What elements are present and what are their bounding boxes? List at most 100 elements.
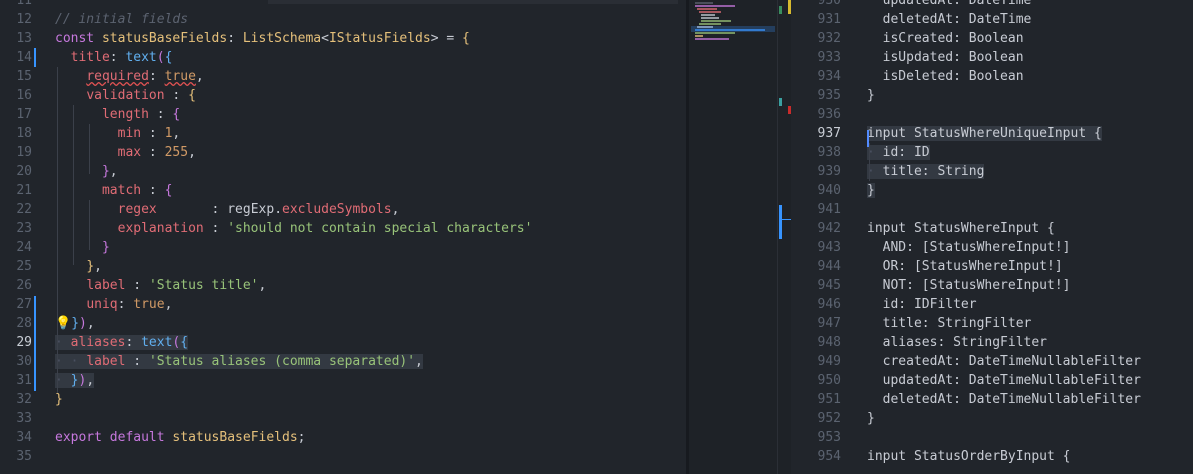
minimap-line — [697, 8, 717, 10]
right-line-935[interactable]: 935} — [791, 86, 1193, 105]
line-number: 954 — [817, 449, 841, 464]
right-line-938[interactable]: 938 · id: ID — [791, 143, 1193, 162]
code-token: : — [148, 107, 173, 122]
left-line-18[interactable]: 18 min : 1, — [0, 124, 686, 143]
code-text: aliases: StringFilter — [867, 333, 1047, 352]
code-token: . — [274, 202, 283, 217]
minimap-line — [699, 11, 721, 13]
right-line-954[interactable]: 954 input StatusOrderByInput { — [791, 447, 1193, 466]
left-editor[interactable]: 11// initial fields 12 // initial fields 13… — [0, 0, 686, 474]
right-line-948[interactable]: 948 aliases: StringFilter — [791, 333, 1193, 352]
code-token: : — [203, 221, 228, 236]
right-editor[interactable]: 930 updatedAt: DateTime 931 deletedAt: Da… — [791, 0, 1193, 474]
code-token: : — [156, 202, 228, 217]
line-number: 952 — [817, 411, 841, 426]
line-number: 953 — [817, 430, 841, 445]
right-line-933[interactable]: 933 isUpdated: Boolean — [791, 48, 1193, 67]
code-token: isUpdated: Boolean — [867, 50, 1024, 65]
code-text: isUpdated: Boolean — [867, 48, 1024, 67]
right-line-950[interactable]: 950 updatedAt: DateTimeNullableFilter — [791, 371, 1193, 390]
minimap-viewport[interactable] — [691, 26, 775, 32]
left-line-25[interactable]: 25 }, — [0, 257, 686, 276]
line-number: 946 — [817, 297, 841, 312]
left-line-14[interactable]: 14 title: text({ — [0, 48, 686, 67]
code-token: default — [109, 430, 173, 445]
left-line-20[interactable]: 20 }, — [0, 162, 686, 181]
left-line-12[interactable]: 12 // initial fields — [0, 10, 686, 29]
code-token: isDeleted: Boolean — [867, 69, 1024, 84]
left-line-32[interactable]: 32} — [0, 390, 686, 409]
line-number: 938 — [817, 145, 841, 160]
right-line-936[interactable]: 936 — [791, 105, 1193, 124]
minimap-line — [695, 2, 713, 4]
text-cursor — [867, 130, 869, 147]
right-line-932[interactable]: 932 isCreated: Boolean — [791, 29, 1193, 48]
left-line-29[interactable]: 29 · aliases: text({ — [0, 333, 686, 352]
code-text: · title: String — [867, 162, 985, 181]
code-text: }, — [55, 257, 102, 276]
left-line-17[interactable]: 17 length : { — [0, 105, 686, 124]
code-text: title: StringFilter — [867, 314, 1032, 333]
right-line-951[interactable]: 951 deletedAt: DateTimeNullableFilter — [791, 390, 1193, 409]
code-text: uniq: true, — [55, 295, 172, 314]
code-token: regex — [117, 202, 157, 217]
left-line-26[interactable]: 26 label : 'Status title', — [0, 276, 686, 295]
line-number: 22 — [16, 202, 32, 217]
left-line-24[interactable]: 24 } — [0, 238, 686, 257]
left-line-33[interactable]: 33 — [0, 409, 686, 428]
right-line-943[interactable]: 943 AND: [StatusWhereInput!] — [791, 238, 1193, 257]
code-token: : — [141, 145, 165, 160]
left-line-27[interactable]: 27 uniq: true, — [0, 295, 686, 314]
right-line-952[interactable]: 952} — [791, 409, 1193, 428]
left-line-34[interactable]: 34 export default statusBaseFields; — [0, 428, 686, 447]
right-line-934[interactable]: 934 isDeleted: Boolean — [791, 67, 1193, 86]
code-token: , — [415, 354, 423, 369]
left-line-16[interactable]: 16 validation : { — [0, 86, 686, 105]
right-line-944[interactable]: 944 OR: [StatusWhereInput!] — [791, 257, 1193, 276]
code-text: } — [55, 238, 110, 257]
right-line-946[interactable]: 946 id: IDFilter — [791, 295, 1193, 314]
minimap[interactable] — [689, 0, 777, 474]
overview-ruler[interactable] — [777, 0, 792, 474]
right-line-953[interactable]: 953 — [791, 428, 1193, 447]
line-number: 19 — [16, 145, 32, 160]
code-text: · aliases: text({ — [55, 333, 189, 352]
left-line-11[interactable]: 11// initial fields — [0, 0, 686, 10]
code-text: required: true, — [55, 67, 203, 86]
right-line-949[interactable]: 949 createdAt: DateTimeNullableFilter — [791, 352, 1193, 371]
left-line-28[interactable]: 28 💡}), — [0, 314, 686, 333]
code-token: ) — [79, 316, 87, 331]
code-token: , — [94, 259, 102, 274]
code-token: 255 — [164, 145, 189, 160]
right-line-941[interactable]: 941 — [791, 200, 1193, 219]
right-line-937[interactable]: 937 input StatusWhereUniqueInput { — [791, 124, 1193, 143]
line-number: 935 — [817, 88, 841, 103]
left-line-30[interactable]: 30 · · label : 'Status aliases (comma sep… — [0, 352, 686, 371]
line-number: 32 — [16, 392, 32, 407]
right-line-939[interactable]: 939 · title: String — [791, 162, 1193, 181]
right-line-931[interactable]: 931 deletedAt: DateTime — [791, 10, 1193, 29]
left-line-31[interactable]: 31 · }), — [0, 371, 686, 390]
left-line-15[interactable]: 15 required: true, — [0, 67, 686, 86]
right-line-940[interactable]: 940} — [791, 181, 1193, 200]
left-line-23[interactable]: 23 explanation : 'should not contain spe… — [0, 219, 686, 238]
right-line-945[interactable]: 945 NOT: [StatusWhereInput!] — [791, 276, 1193, 295]
change-indicator[interactable] — [34, 48, 36, 67]
left-line-22[interactable]: 22 regex : regExp.excludeSymbols, — [0, 200, 686, 219]
code-token: id: IDFilter — [867, 297, 977, 312]
left-line-35[interactable]: 35 — [0, 447, 686, 466]
left-line-21[interactable]: 21 match : { — [0, 181, 686, 200]
right-line-947[interactable]: 947 title: StringFilter — [791, 314, 1193, 333]
code-token: : — [125, 278, 149, 293]
left-line-19[interactable]: 19 max : 255, — [0, 143, 686, 162]
right-line-942[interactable]: 942 input StatusWhereInput { — [791, 219, 1193, 238]
code-token: aliases: StringFilter — [867, 335, 1048, 350]
left-line-13[interactable]: 13 const statusBaseFields: ListSchema<ISt… — [0, 29, 686, 48]
change-indicator[interactable] — [34, 296, 36, 391]
right-line-930[interactable]: 930 updatedAt: DateTime — [791, 0, 1193, 10]
code-token: const — [55, 31, 102, 46]
